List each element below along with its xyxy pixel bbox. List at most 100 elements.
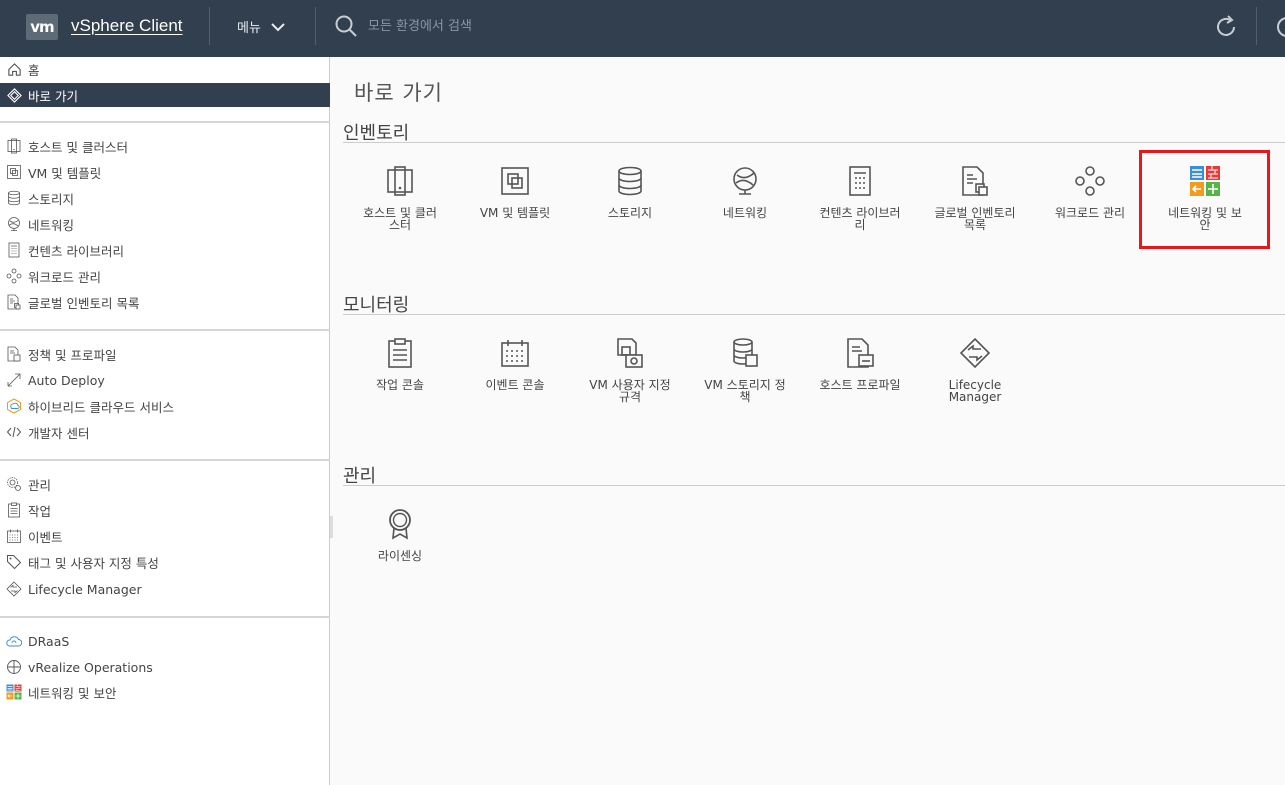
sidebar-item[interactable]: 이벤트	[0, 524, 330, 548]
refresh-button[interactable]	[1213, 14, 1239, 44]
shortcut-tile[interactable]: 컨텐츠 라이브러 리	[805, 165, 915, 231]
sidebar-item-label: DRaaS	[28, 633, 70, 649]
header-divider	[315, 7, 316, 45]
sidebar-divider	[0, 121, 330, 123]
vm-customization-icon	[614, 337, 646, 369]
sidebar-item[interactable]: 정책 및 프로파일	[0, 342, 330, 366]
sidebar-item-label: 정책 및 프로파일	[28, 347, 117, 363]
shortcut-tile[interactable]: VM 사용자 지정 규격	[575, 337, 685, 403]
shortcut-tile[interactable]: 호스트 프로파일	[805, 337, 915, 391]
shortcut-tile[interactable]: 네트워킹 및 보 안	[1150, 165, 1260, 231]
menu-button[interactable]: 메뉴	[237, 17, 285, 36]
vm-templates-icon	[499, 165, 531, 197]
sidebar-item-label: 작업	[28, 503, 52, 519]
shortcut-tile-label: 네트워킹 및 보 안	[1168, 206, 1242, 232]
vmware-logo[interactable]: vm	[26, 14, 58, 40]
shortcut-tile[interactable]: 작업 콘솔	[345, 337, 455, 391]
hybrid-cloud-icon	[6, 398, 22, 414]
sidebar-item-label: 태그 및 사용자 지정 특성	[28, 555, 159, 571]
page-title: 바로 가기	[354, 81, 443, 105]
sidebar-item-label: VM 및 템플릿	[28, 165, 102, 181]
sidebar-item[interactable]: 글로벌 인벤토리 목록	[0, 290, 330, 314]
sidebar-item-label: vRealize Operations	[28, 659, 153, 675]
shortcuts-content: 바로 가기 인벤토리 호스트 및 클러 스터 VM 및 템플릿 스토리지 네트워킹 컨텐츠…	[331, 57, 1285, 785]
help-icon	[1277, 17, 1285, 37]
sidebar-item[interactable]: 관리	[0, 472, 330, 496]
shortcut-tile[interactable]: VM 스토리지 정 책	[690, 337, 800, 403]
sidebar-item-label: 컨텐츠 라이브러리	[28, 243, 124, 259]
shortcut-tile[interactable]: VM 및 템플릿	[460, 165, 570, 219]
sidebar-item[interactable]: 네트워킹	[0, 212, 330, 236]
help-button[interactable]	[1274, 14, 1285, 44]
sidebar-item[interactable]: 태그 및 사용자 지정 특성	[0, 550, 330, 574]
refresh-icon	[1217, 15, 1235, 36]
sidebar-item[interactable]: 워크로드 관리	[0, 264, 330, 288]
sidebar-item-label: 글로벌 인벤토리 목록	[28, 295, 140, 311]
nsx-icon	[6, 684, 22, 700]
sidebar-item[interactable]: 하이브리드 클라우드 서비스	[0, 394, 330, 418]
sidebar-item-label: 관리	[28, 477, 52, 493]
top-header: vm vSphere Client 메뉴	[0, 0, 1285, 57]
vrealize-icon	[6, 659, 22, 675]
content-library-icon	[6, 242, 22, 258]
shortcut-tile-label: 작업 콘솔	[376, 378, 424, 392]
menu-label: 메뉴	[237, 21, 261, 36]
sidebar-item-label: Auto Deploy	[28, 372, 105, 388]
storage-icon	[6, 190, 22, 206]
shortcut-tile[interactable]: Lifecycle Manager	[920, 337, 1030, 403]
shortcut-tile-label: VM 사용자 지정 규격	[589, 378, 671, 404]
shortcut-tile[interactable]: 라이센싱	[345, 508, 455, 562]
shortcut-tile[interactable]: 워크로드 관리	[1035, 165, 1145, 219]
policies-icon	[6, 346, 22, 362]
sidebar-item[interactable]: 바로 가기	[0, 83, 330, 107]
sidebar-item[interactable]: 스토리지	[0, 186, 330, 210]
sidebar-item[interactable]: VM 및 템플릿	[0, 160, 330, 184]
header-divider	[1256, 7, 1257, 45]
shortcut-tile-label: 라이센싱	[377, 549, 423, 563]
sidebar-item[interactable]: 작업	[0, 498, 330, 522]
global-inventory-icon	[959, 165, 991, 197]
sidebar-item[interactable]: 호스트 및 클러스터	[0, 134, 330, 158]
sidebar-item[interactable]: Auto Deploy	[0, 368, 330, 392]
licensing-icon	[384, 508, 416, 540]
code-icon	[6, 424, 22, 440]
sidebar-item[interactable]: 홈	[0, 57, 330, 81]
vm-storage-policy-icon	[729, 337, 761, 369]
storage-icon	[614, 165, 646, 197]
shortcut-tile[interactable]: 네트워킹	[690, 165, 800, 219]
networking-icon	[729, 165, 761, 197]
search-icon	[335, 15, 357, 37]
sidebar-item[interactable]: Lifecycle Manager	[0, 577, 330, 601]
shortcuts-icon	[6, 87, 22, 103]
section-divider	[343, 142, 1285, 143]
app-title[interactable]: vSphere Client	[71, 16, 183, 36]
workload-icon	[6, 268, 22, 284]
section-divider	[343, 314, 1285, 315]
sidebar-divider	[0, 329, 330, 331]
search-input[interactable]	[368, 18, 668, 34]
shortcut-tile-label: VM 스토리지 정 책	[704, 378, 786, 404]
task-console-icon	[384, 337, 416, 369]
sidebar-item-label: 개발자 센터	[28, 425, 90, 441]
sidebar-item[interactable]: DRaaS	[0, 629, 330, 653]
shortcut-tile[interactable]: 글로벌 인벤토리 목록	[920, 165, 1030, 231]
workload-icon	[1074, 165, 1106, 197]
sidebar-item[interactable]: 컨텐츠 라이브러리	[0, 238, 330, 262]
shortcut-tile[interactable]: 호스트 및 클러 스터	[345, 165, 455, 231]
sidebar-item-label: 워크로드 관리	[28, 269, 101, 285]
home-icon	[6, 61, 22, 77]
sidebar-divider	[0, 616, 330, 618]
shortcut-tile[interactable]: 이벤트 콘솔	[460, 337, 570, 391]
sidebar-item-label: Lifecycle Manager	[28, 581, 142, 597]
global-search[interactable]	[334, 14, 668, 38]
auto-deploy-icon	[6, 372, 22, 388]
shortcut-tile-label: 글로벌 인벤토리 목록	[934, 206, 1016, 232]
shortcut-tile[interactable]: 스토리지	[575, 165, 685, 219]
event-console-icon	[499, 337, 531, 369]
sidebar-item[interactable]: vRealize Operations	[0, 655, 330, 679]
chevron-down-icon	[271, 22, 285, 31]
sidebar-item[interactable]: 개발자 센터	[0, 420, 330, 444]
sidebar-item[interactable]: 네트워킹 및 보안	[0, 680, 330, 704]
header-divider	[209, 7, 210, 45]
shortcut-tile-label: 스토리지	[607, 206, 653, 220]
